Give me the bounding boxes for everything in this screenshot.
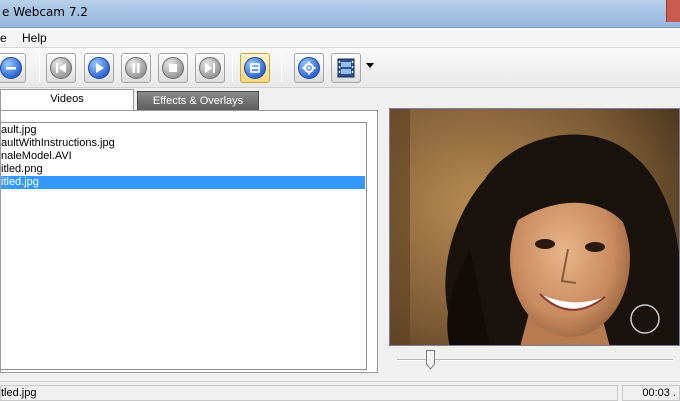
file-list[interactable]: ault.jpg aultWithInstructions.jpg naleMo… (1, 122, 367, 370)
toolbar-separator (232, 54, 233, 82)
fit-window-button[interactable] (240, 53, 270, 83)
tab-effects-overlays[interactable]: Effects & Overlays (137, 91, 259, 111)
slider-track[interactable] (397, 359, 673, 361)
minus-icon (0, 57, 22, 79)
list-item-selected[interactable]: itled.jpg (1, 176, 365, 189)
list-item[interactable]: aultWithInstructions.jpg (1, 137, 365, 150)
close-button[interactable] (666, 0, 680, 22)
menu-item-help[interactable]: Help (22, 31, 47, 45)
fit-window-icon (244, 57, 266, 79)
remove-button[interactable] (0, 53, 26, 83)
previous-button[interactable] (46, 53, 76, 83)
list-item[interactable]: naleModel.AVI (1, 150, 365, 163)
pause-button[interactable] (121, 53, 151, 83)
play-button[interactable] (84, 53, 114, 83)
next-button[interactable] (195, 53, 225, 83)
slider-thumb[interactable] (425, 350, 435, 370)
position-slider[interactable] (389, 348, 680, 372)
skip-forward-icon (199, 57, 221, 79)
video-preview (389, 108, 680, 346)
title-bar[interactable]: e Webcam 7.2 (0, 0, 680, 28)
videos-panel: ault.jpg aultWithInstructions.jpg naleMo… (0, 110, 378, 373)
pause-icon (125, 57, 147, 79)
toolbar (0, 48, 680, 88)
chevron-down-icon[interactable] (366, 63, 374, 68)
list-item[interactable]: itled.png (1, 163, 365, 176)
status-bar: tled.jpg 00:03 . (0, 381, 680, 401)
menu-item-file[interactable]: e (0, 31, 7, 45)
gear-icon (298, 57, 320, 79)
status-filename: tled.jpg (0, 385, 618, 401)
window-title: e Webcam 7.2 (2, 5, 88, 19)
stop-button[interactable] (158, 53, 188, 83)
toolbar-separator (281, 54, 282, 82)
stop-icon (162, 57, 184, 79)
video-source-button[interactable] (331, 53, 361, 83)
play-icon (88, 57, 110, 79)
skip-back-icon (50, 57, 72, 79)
status-time: 00:03 . (622, 385, 680, 401)
tab-videos[interactable]: Videos (0, 89, 134, 111)
menu-bar: e Help (0, 28, 680, 48)
list-item[interactable]: ault.jpg (1, 124, 365, 137)
settings-button[interactable] (294, 53, 324, 83)
toolbar-separator (39, 54, 40, 82)
film-icon (337, 58, 355, 78)
webcam-preview-image (390, 109, 679, 345)
